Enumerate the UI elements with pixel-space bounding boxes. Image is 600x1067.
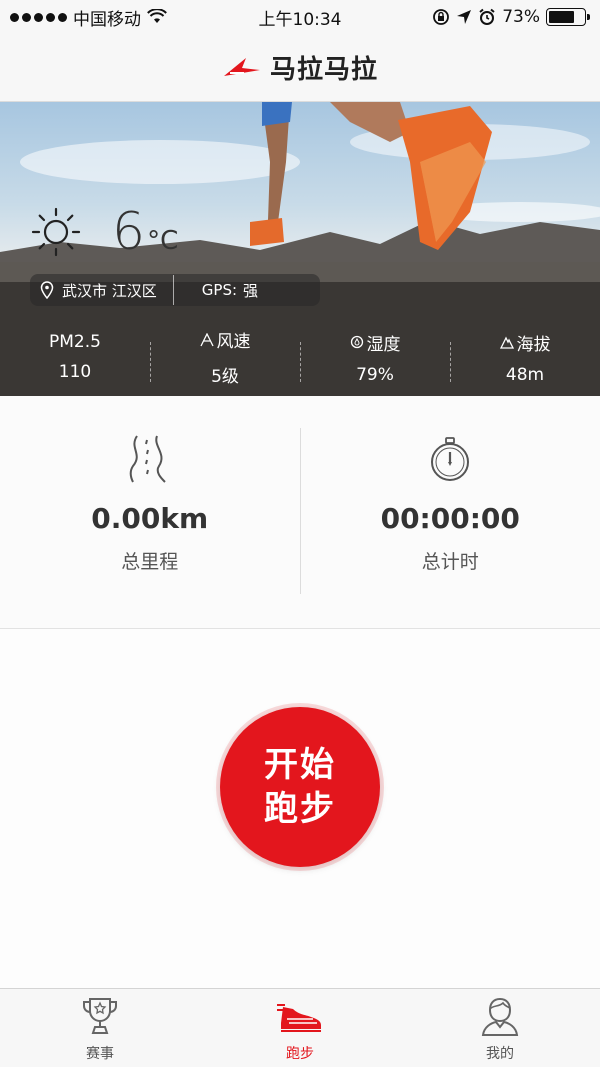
- running-shoe-icon: [277, 1004, 321, 1032]
- stat-wind: 风速 5级: [150, 324, 300, 390]
- distance-summary: 0.00km 总里程: [0, 396, 300, 628]
- duration-summary: 00:00:00 总计时: [301, 396, 600, 628]
- stat-value: 48m: [505, 364, 545, 385]
- temperature-unit: °C: [147, 226, 179, 256]
- gps-segment: GPS: 强: [174, 274, 274, 306]
- start-button-line1: 开始: [264, 745, 336, 785]
- stat-value: 5级: [211, 367, 239, 387]
- status-right: 73%: [432, 7, 590, 27]
- nav-bar: 马拉马拉: [0, 34, 600, 102]
- status-bar: 中国移动 上午10:34 73%: [0, 0, 600, 34]
- wifi-icon: [147, 9, 167, 23]
- location-arrow-icon: [457, 10, 472, 24]
- status-left: 中国移动: [10, 5, 167, 30]
- location-city: 武汉市 江汉区: [62, 281, 157, 300]
- stat-label: PM2.5: [49, 332, 101, 352]
- user-avatar-icon: [481, 997, 519, 1036]
- rotation-lock-icon: [433, 9, 450, 25]
- signal-dots-icon: [10, 12, 67, 22]
- start-button-line2: 跑步: [264, 789, 336, 829]
- stat-pm25: PM2.5 110: [0, 324, 150, 390]
- temperature-value: 6: [112, 202, 146, 262]
- tab-running-label: 跑步: [286, 1046, 314, 1062]
- wind-icon: [199, 332, 214, 346]
- total-duration-label: 总计时: [421, 551, 479, 573]
- trophy-icon: [83, 998, 117, 1034]
- total-distance-value: 0.00km: [91, 502, 209, 535]
- humidity-drop-icon: [350, 335, 363, 349]
- battery-fill: [549, 11, 574, 23]
- brand-logo-icon: [223, 57, 260, 76]
- total-distance-label: 总里程: [121, 551, 179, 573]
- tab-events-label: 赛事: [86, 1046, 114, 1062]
- carrier-name: 中国移动: [73, 9, 141, 30]
- stat-humidity: 湿度 79%: [300, 324, 450, 390]
- tab-profile-label: 我的: [486, 1046, 514, 1062]
- tab-running[interactable]: 跑步: [200, 989, 400, 1067]
- stat-label: 湿度: [350, 330, 401, 355]
- stat-label: 海拔: [499, 330, 551, 355]
- stopwatch-icon: [431, 437, 470, 481]
- tab-bar: 赛事 跑步 我的: [0, 988, 600, 1067]
- temperature-display: 6°C: [112, 202, 178, 262]
- alarm-icon: [479, 8, 495, 25]
- environment-stats: PM2.5 110 风速 5级 湿度 79% 海拔 48m: [0, 324, 600, 390]
- location-pin-icon: [40, 281, 54, 299]
- weather-block: 6°C: [30, 202, 178, 262]
- stat-value: 110: [58, 362, 92, 382]
- stat-altitude: 海拔 48m: [450, 324, 600, 390]
- road-icon: [129, 435, 166, 483]
- total-duration-value: 00:00:00: [380, 502, 520, 535]
- start-running-button[interactable]: 开始 跑步: [220, 707, 380, 867]
- stat-label: 风速: [199, 327, 251, 352]
- start-area: 开始 跑步: [0, 628, 600, 988]
- tab-profile[interactable]: 我的: [400, 989, 600, 1067]
- stat-value: 79%: [356, 364, 394, 385]
- tab-events[interactable]: 赛事: [0, 989, 200, 1067]
- app-title: 马拉马拉: [269, 55, 378, 85]
- gps-value: 强: [243, 281, 259, 300]
- battery-percent: 73%: [502, 7, 540, 27]
- gps-label: GPS:: [201, 281, 238, 299]
- location-segment: 武汉市 江汉区: [30, 274, 173, 306]
- weather-hero: 6°C 武汉市 江汉区 GPS: 强 PM2.5 110 风速 5级 湿度 79…: [0, 102, 600, 396]
- run-summary: 0.00km 总里程 00:00:00 总计时: [0, 396, 600, 628]
- battery-icon: [546, 8, 590, 26]
- location-bar: 武汉市 江汉区 GPS: 强: [30, 274, 320, 306]
- mountain-icon: [499, 336, 514, 349]
- sun-icon: [31, 207, 81, 257]
